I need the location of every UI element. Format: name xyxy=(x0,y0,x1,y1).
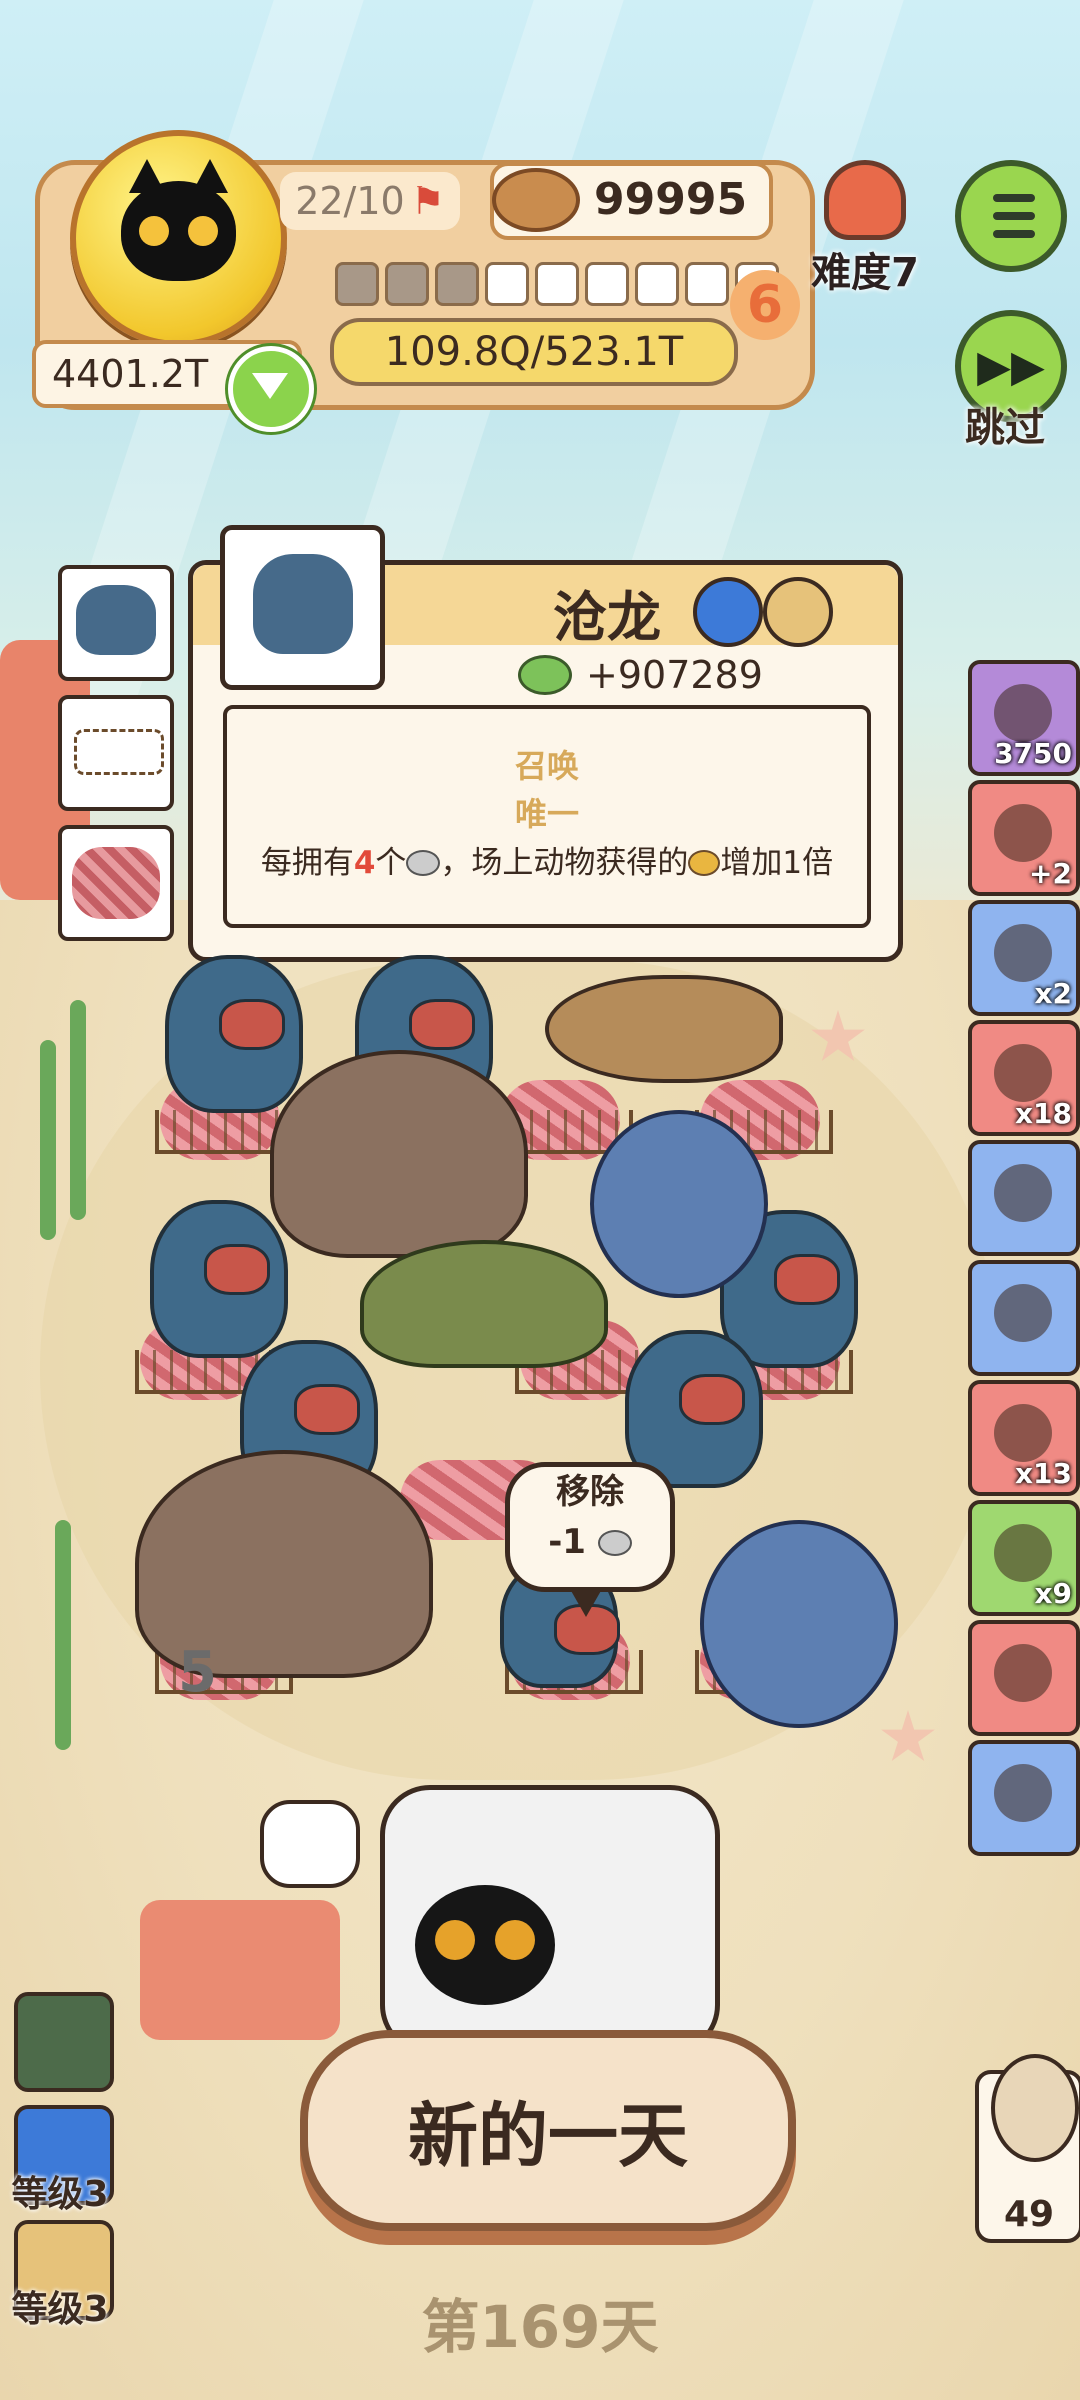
inventory-item[interactable]: x2 xyxy=(968,900,1080,1016)
progress-segment xyxy=(635,262,679,306)
mosasaurus-creature[interactable] xyxy=(165,955,303,1113)
keyword-unique: 唯一 xyxy=(514,795,579,833)
creature-portrait xyxy=(220,525,385,690)
mosasaurus-creature[interactable] xyxy=(150,1200,288,1358)
paw-tag-icon xyxy=(763,577,833,647)
certificate-icon[interactable] xyxy=(260,1800,360,1888)
item-count: x2 xyxy=(1034,977,1072,1010)
water-bottle-button[interactable] xyxy=(14,1992,114,2092)
progress-segment xyxy=(485,262,529,306)
level-badge: 22/10 ⚑ xyxy=(280,172,460,230)
item-icon xyxy=(994,1764,1052,1822)
remove-bubble[interactable]: 移除 -1 xyxy=(505,1462,675,1617)
water-tag-icon xyxy=(693,577,763,647)
owl-count: 49 xyxy=(1003,2194,1055,2235)
card-description-box: 召唤 唯一 每拥有4个 ，场上动物获得的 增加1倍 xyxy=(223,705,871,928)
ability-description: 每拥有4个 ，场上动物获得的 增加1倍 xyxy=(260,845,834,881)
item-icon xyxy=(994,1284,1052,1342)
creature-stat: +907289 xyxy=(518,653,763,697)
crown-icon xyxy=(824,160,906,240)
progress-segment xyxy=(585,262,629,306)
coral-decoration xyxy=(140,1900,340,2040)
keyword-summon: 召唤 xyxy=(514,747,579,785)
progress-segment xyxy=(435,262,479,306)
stat-value: +907289 xyxy=(586,653,763,697)
owl-icon xyxy=(991,2054,1079,2162)
seaweed-decoration xyxy=(40,1040,56,1240)
slot-mosasaurus[interactable] xyxy=(58,565,174,681)
difficulty-label: 难度7 xyxy=(811,250,919,296)
cat-face-icon xyxy=(415,1885,555,2005)
segment-progress xyxy=(335,262,779,306)
level-value: 22/10 xyxy=(295,179,405,223)
menu-button[interactable] xyxy=(955,160,1067,272)
item-count: x9 xyxy=(1034,1577,1072,1610)
level-label: 等级3 xyxy=(11,2289,109,2330)
flag-icon: ⚑ xyxy=(410,179,445,223)
dice-cat-character xyxy=(380,1785,720,2055)
item-icon xyxy=(994,1404,1052,1462)
creature-name: 沧龙 xyxy=(553,586,661,649)
ankylosaurus-creature[interactable] xyxy=(360,1240,608,1368)
inventory-item[interactable]: x9 xyxy=(968,1500,1080,1616)
progress-segment xyxy=(385,262,429,306)
slot-net[interactable] xyxy=(58,695,174,811)
food-icon xyxy=(518,655,572,695)
segment-count: 6 xyxy=(730,270,800,340)
raptor-creature[interactable] xyxy=(545,975,783,1083)
inventory-item[interactable]: x18 xyxy=(968,1020,1080,1136)
plesiosaur-creature[interactable] xyxy=(700,1520,898,1728)
cat-avatar-icon xyxy=(121,159,236,281)
seaweed-decoration xyxy=(70,1000,86,1220)
seaweed-decoration xyxy=(55,1520,71,1750)
item-icon xyxy=(994,804,1052,862)
item-count: 3750 xyxy=(994,737,1072,770)
inventory-item[interactable] xyxy=(968,1140,1080,1256)
item-icon xyxy=(994,924,1052,982)
inventory-item[interactable]: +2 xyxy=(968,780,1080,896)
inventory-item[interactable] xyxy=(968,1740,1080,1856)
new-day-button[interactable]: 新的一天 xyxy=(300,2030,796,2231)
item-icon xyxy=(994,1044,1052,1102)
slot-number: 5 xyxy=(178,1640,217,1705)
coin-counter: 99995 xyxy=(490,162,773,240)
inventory-item[interactable] xyxy=(968,1260,1080,1376)
item-count: +2 xyxy=(1029,857,1072,890)
meat-icon xyxy=(72,847,160,919)
skip-label: 跳过 xyxy=(965,405,1045,451)
item-icon xyxy=(994,1164,1052,1222)
item-icon xyxy=(994,1644,1052,1702)
day-counter: 第169天 xyxy=(421,2293,659,2361)
level-label: 等级3 xyxy=(11,2174,109,2215)
remove-label: 移除 xyxy=(556,1472,624,1512)
progress-segment xyxy=(335,262,379,306)
progress-segment xyxy=(535,262,579,306)
item-count: x18 xyxy=(1014,1097,1072,1130)
coin-icon xyxy=(492,168,580,232)
inventory-item[interactable] xyxy=(968,1620,1080,1736)
food-progress-bar: 109.8Q/523.1T xyxy=(330,318,738,386)
net-icon xyxy=(74,729,164,775)
paw-icon xyxy=(688,850,721,876)
difficulty-indicator[interactable]: 难度7 xyxy=(810,160,920,298)
mosasaurus-icon xyxy=(253,554,353,654)
owl-counter[interactable]: 49 xyxy=(975,2054,1080,2243)
coin-value: 99995 xyxy=(594,174,748,225)
collapse-button[interactable] xyxy=(228,346,314,432)
inventory-item[interactable]: 3750 xyxy=(968,660,1080,776)
item-icon xyxy=(994,684,1052,742)
brontosaurus-creature[interactable] xyxy=(270,1050,528,1258)
progress-segment xyxy=(685,262,729,306)
slot-meat[interactable] xyxy=(58,825,174,941)
player-avatar[interactable] xyxy=(70,130,287,347)
mosasaurus-icon xyxy=(76,585,156,655)
plesiosaur-creature[interactable] xyxy=(590,1110,768,1298)
coin-icon xyxy=(597,1530,632,1556)
fast-forward-icon: ▶▶ xyxy=(977,340,1045,392)
item-icon xyxy=(994,1524,1052,1582)
shell-icon xyxy=(406,850,441,876)
remove-cost: -1 xyxy=(510,1517,670,1567)
item-count: x13 xyxy=(1014,1457,1072,1490)
inventory-item[interactable]: x13 xyxy=(968,1380,1080,1496)
